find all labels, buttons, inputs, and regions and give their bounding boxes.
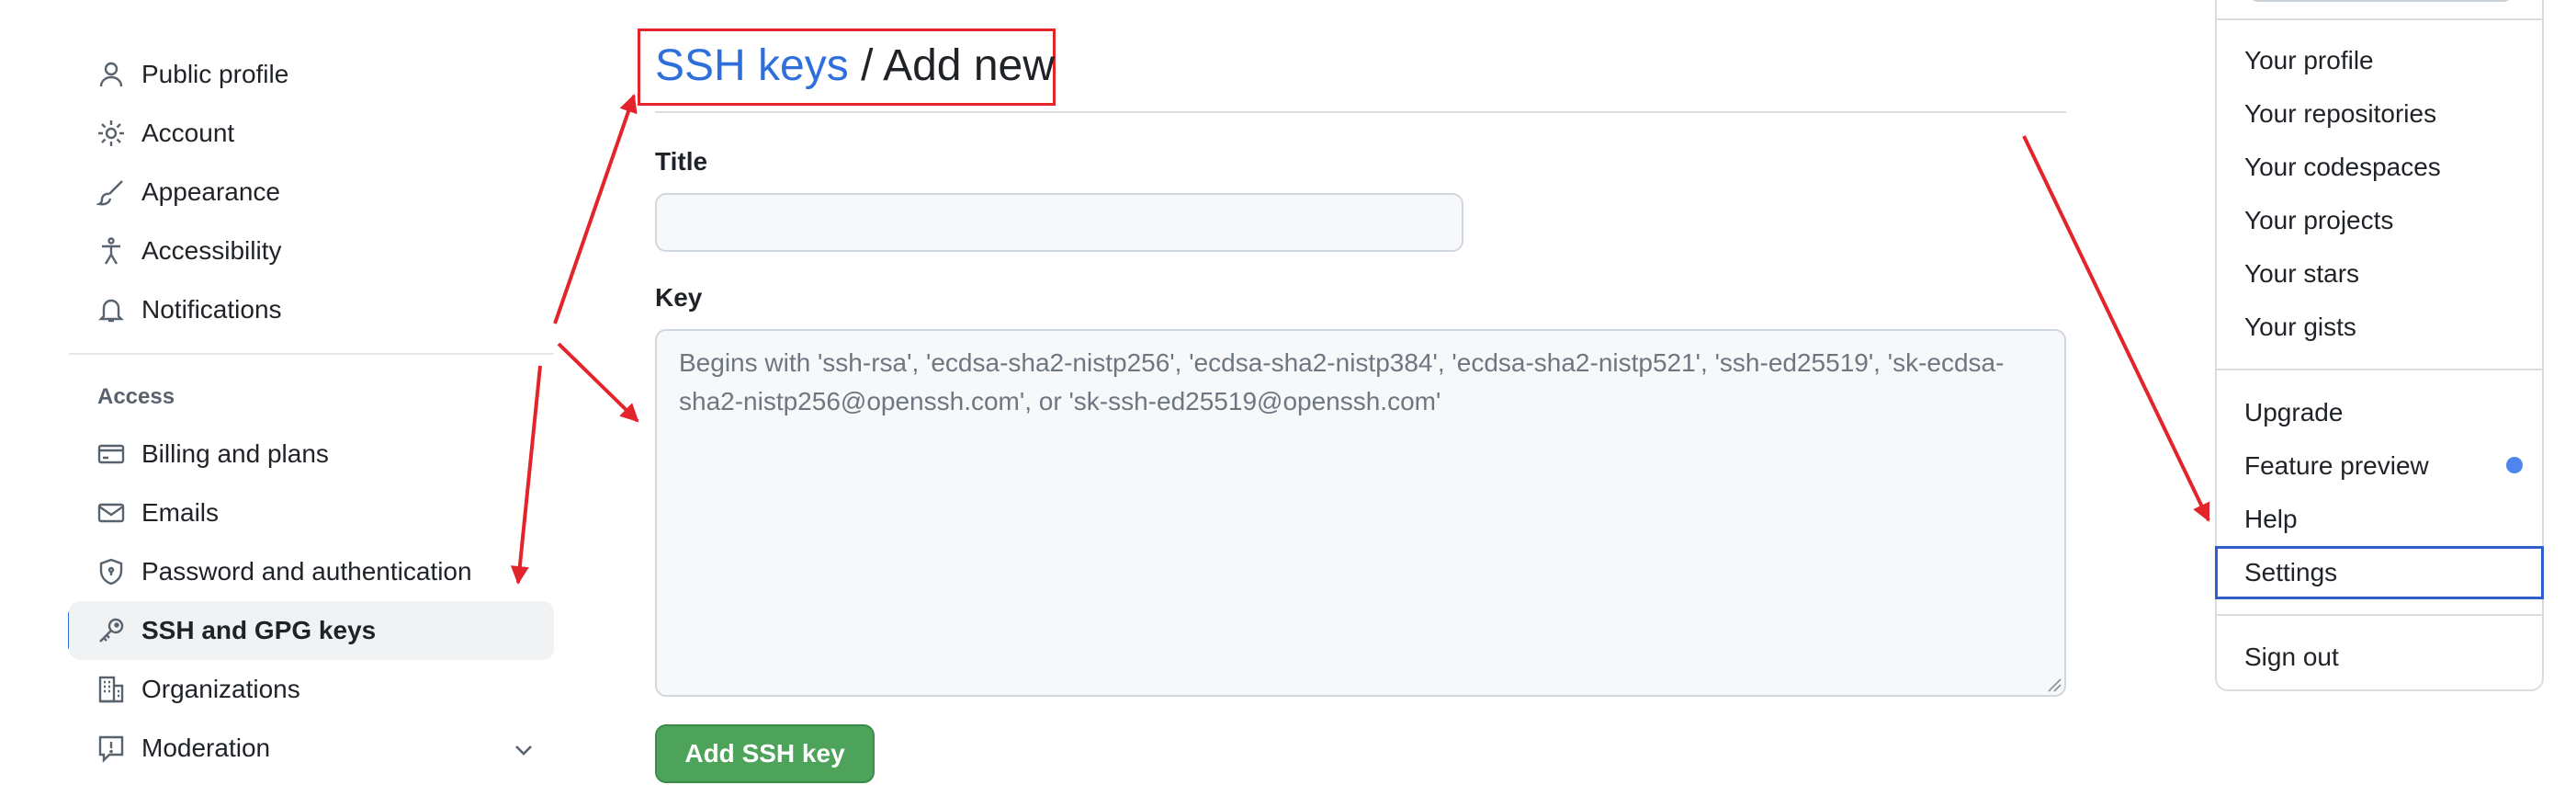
sidebar-item-label: Accessibility [141, 236, 282, 265]
sidebar-item-label: Password and authentication [141, 557, 472, 586]
title-label: Title [655, 147, 708, 176]
menu-divider [2217, 369, 2542, 370]
sidebar-item-appearance[interactable]: Appearance [69, 163, 554, 222]
menu-item-settings[interactable]: Settings [2244, 556, 2337, 589]
key-icon [96, 616, 126, 645]
sidebar-item-accessibility[interactable]: Accessibility [69, 222, 554, 280]
sidebar-item-billing[interactable]: Billing and plans [69, 425, 554, 484]
menu-item-your-profile[interactable]: Your profile [2244, 44, 2374, 77]
accessibility-icon [96, 236, 126, 266]
breadcrumb-current: / Add new [848, 41, 1055, 90]
sidebar-item-ssh-gpg-keys[interactable]: SSH and GPG keys [69, 601, 554, 660]
sidebar-item-organizations[interactable]: Organizations [69, 660, 554, 719]
menu-item-upgrade[interactable]: Upgrade [2244, 396, 2343, 429]
sidebar-item-label: Public profile [141, 60, 289, 88]
sidebar-section-heading: Access [97, 384, 175, 409]
key-textarea[interactable] [655, 329, 2066, 697]
menu-item-your-codespaces[interactable]: Your codespaces [2244, 151, 2441, 184]
report-icon [96, 734, 126, 763]
sidebar-item-password-authentication[interactable]: Password and authentication [69, 542, 554, 601]
sidebar-item-label: Emails [141, 498, 220, 527]
sidebar-item-account[interactable]: Account [69, 104, 554, 163]
sidebar-item-label: Notifications [141, 295, 282, 324]
sidebar-item-label: Billing and plans [141, 439, 329, 468]
mail-icon [96, 498, 126, 528]
page-title: SSH keys / Add new [655, 39, 1055, 94]
person-icon [96, 60, 126, 89]
menu-item-your-gists[interactable]: Your gists [2244, 311, 2356, 344]
menu-item-help[interactable]: Help [2244, 503, 2298, 536]
menu-item-your-repositories[interactable]: Your repositories [2244, 97, 2436, 131]
credit-card-icon [96, 439, 126, 469]
sidebar-item-label: Moderation [141, 734, 271, 762]
gear-icon [96, 119, 126, 148]
arrow-to-title [553, 94, 638, 324]
feature-preview-dot [2506, 457, 2523, 473]
key-label: Key [655, 283, 703, 312]
bell-icon [96, 295, 126, 324]
menu-item-your-stars[interactable]: Your stars [2244, 257, 2359, 290]
arrow-to-key [557, 342, 639, 423]
resize-handle-icon[interactable] [2045, 676, 2062, 692]
organization-icon [96, 675, 126, 704]
add-ssh-key-button[interactable]: Add SSH key [655, 724, 875, 783]
sidebar-divider [69, 353, 554, 355]
shield-icon [96, 557, 126, 586]
menu-item-sign-out[interactable]: Sign out [2244, 641, 2339, 674]
menu-item-your-projects[interactable]: Your projects [2244, 204, 2393, 237]
sidebar-item-label: SSH and GPG keys [141, 616, 377, 644]
breadcrumb-ssh-keys-link[interactable]: SSH keys [655, 41, 849, 90]
paintbrush-icon [96, 177, 126, 207]
menu-top-field[interactable] [2249, 0, 2513, 2]
title-input[interactable] [655, 193, 1463, 252]
sidebar-item-label: Organizations [141, 675, 300, 703]
sidebar-item-public-profile[interactable]: Public profile [69, 45, 554, 104]
menu-item-feature-preview[interactable]: Feature preview [2244, 449, 2429, 483]
sidebar-item-emails[interactable]: Emails [69, 484, 554, 542]
sidebar-item-moderation[interactable]: Moderation [69, 719, 554, 778]
sidebar-item-notifications[interactable]: Notifications [69, 280, 554, 339]
menu-divider [2217, 18, 2542, 20]
menu-divider [2217, 614, 2542, 616]
sidebar-item-label: Appearance [141, 177, 281, 206]
chevron-down-icon[interactable] [509, 735, 538, 765]
sidebar-item-label: Account [141, 119, 235, 147]
title-divider [655, 111, 2066, 113]
